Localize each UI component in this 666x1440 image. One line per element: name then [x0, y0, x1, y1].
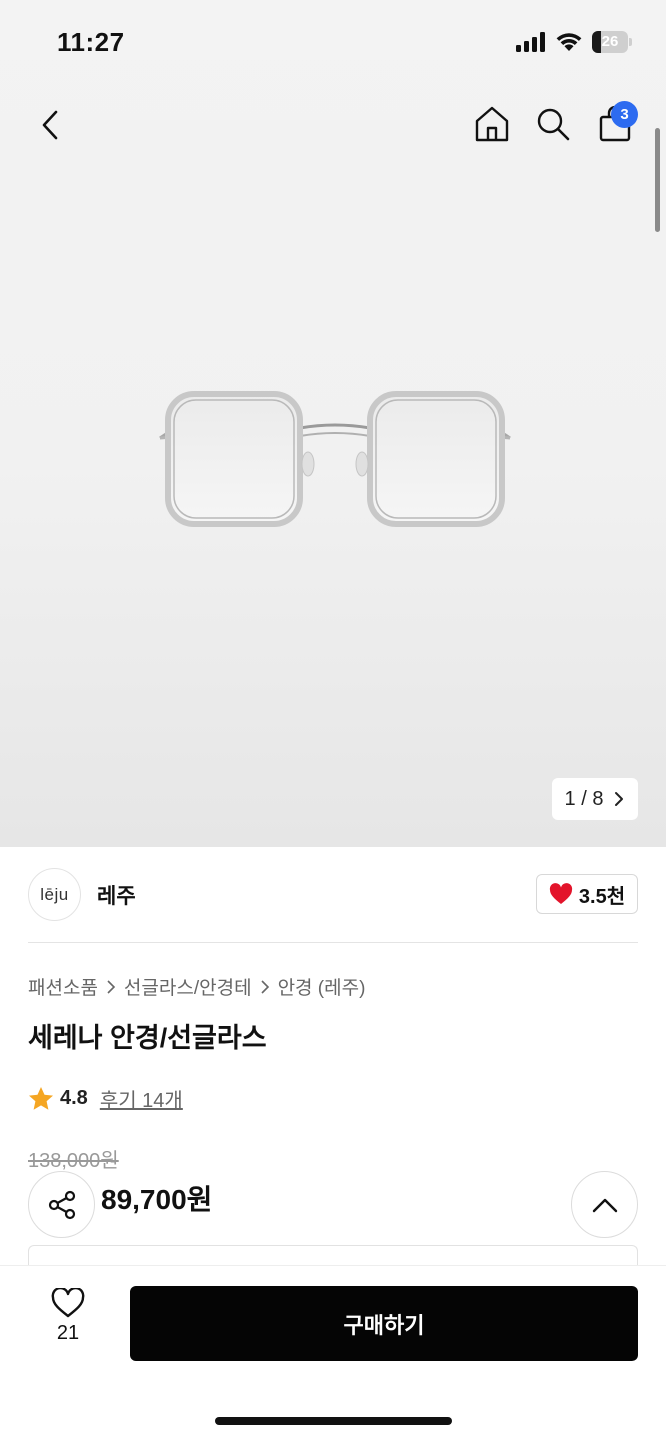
- breadcrumb-item[interactable]: 선글라스/안경테: [124, 973, 252, 1000]
- wishlist-button[interactable]: 21: [40, 1288, 96, 1358]
- signal-icon: [516, 32, 545, 52]
- pager-text: 1 / 8: [564, 787, 604, 810]
- breadcrumb: 패션소품 선글라스/안경테 안경 (레주): [28, 973, 365, 1000]
- seller-like-button[interactable]: 3.5천: [536, 874, 638, 914]
- cart-count-badge: 3: [611, 101, 638, 128]
- seller-name[interactable]: 레주: [97, 880, 136, 910]
- battery-icon: 26: [592, 31, 632, 53]
- chevron-right-icon: [107, 979, 116, 994]
- chevron-right-icon: [615, 792, 624, 806]
- glasses-product-image: [159, 391, 511, 527]
- seller-logo[interactable]: lēju: [28, 868, 81, 921]
- heart-icon: [549, 883, 573, 904]
- status-bar: 11:27 26: [0, 0, 666, 86]
- home-button[interactable]: [470, 102, 514, 146]
- seller-logo-text: lēju: [40, 884, 69, 904]
- breadcrumb-item[interactable]: 패션소품: [28, 973, 98, 1000]
- star-icon: [29, 1087, 53, 1110]
- chevron-right-icon: [260, 979, 269, 994]
- search-icon: [537, 108, 570, 141]
- share-button[interactable]: [28, 1171, 95, 1238]
- rating-value: 4.8: [60, 1087, 88, 1109]
- back-icon: [42, 110, 58, 140]
- scroll-top-button[interactable]: [571, 1171, 638, 1238]
- seller-like-count: 3.5천: [578, 885, 626, 908]
- product-gallery[interactable]: 11:27 26 3 1 / 8: [0, 0, 666, 847]
- back-button[interactable]: [30, 104, 70, 146]
- chevron-up-icon: [592, 1198, 617, 1212]
- battery-percent: 26: [601, 33, 619, 50]
- search-button[interactable]: [532, 102, 574, 146]
- status-time: 11:27: [57, 27, 125, 57]
- home-indicator: [215, 1417, 452, 1425]
- divider: [28, 942, 638, 943]
- heart-outline-icon: [51, 1288, 85, 1318]
- share-icon: [48, 1190, 75, 1219]
- home-icon: [475, 106, 509, 142]
- sale-price: 89,700원: [101, 1184, 213, 1215]
- product-title: 세레나 안경/선글라스: [28, 1023, 267, 1053]
- breadcrumb-item[interactable]: 안경 (레주): [278, 973, 366, 1000]
- wifi-icon: [556, 33, 582, 51]
- rating-row: 4.8 후기 14개: [28, 1084, 183, 1113]
- review-link[interactable]: 후기 14개: [100, 1084, 183, 1113]
- scrollbar[interactable]: [655, 128, 660, 232]
- buy-button[interactable]: 구매하기: [130, 1286, 638, 1361]
- gallery-pager[interactable]: 1 / 8: [552, 778, 638, 820]
- original-price: 138,000원: [28, 1150, 119, 1172]
- wishlist-count: 21: [56, 1322, 80, 1344]
